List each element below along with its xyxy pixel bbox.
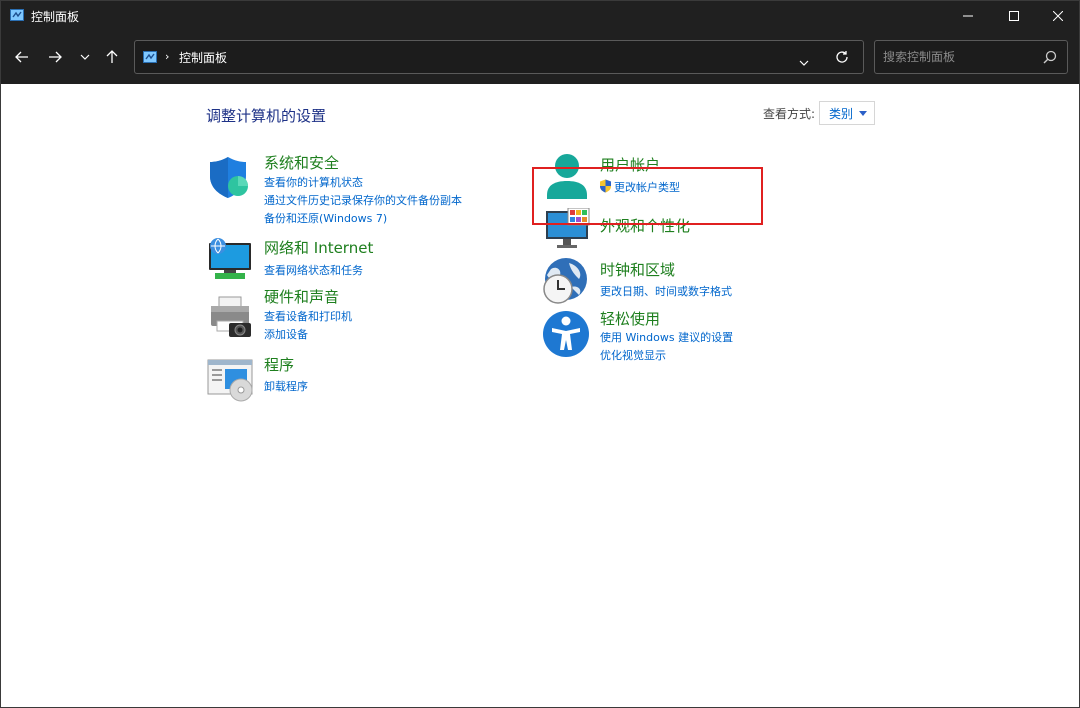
category-title-hardware-sound[interactable]: 硬件和声音 [264, 286, 339, 307]
link-optimize-visual-display[interactable]: 优化视觉显示 [600, 347, 666, 363]
maximize-button[interactable] [991, 1, 1037, 31]
search-input[interactable] [883, 48, 1033, 66]
minimize-icon [963, 15, 973, 17]
printer-icon[interactable] [207, 295, 253, 339]
title-bar: 控制面板 [1, 1, 1079, 31]
category-title-ease-of-access[interactable]: 轻松使用 [600, 308, 660, 329]
view-by-value: 类别 [829, 106, 854, 121]
view-by-label: 查看方式: [763, 107, 816, 121]
shield-icon[interactable] [207, 154, 253, 200]
link-change-date-time-format[interactable]: 更改日期、时间或数字格式 [600, 283, 732, 299]
navigation-bar: › 控制面板 [1, 31, 1079, 84]
address-bar[interactable]: › 控制面板 [134, 40, 864, 74]
window-title: 控制面板 [31, 10, 80, 24]
link-view-computer-status[interactable]: 查看你的计算机状态 [264, 174, 363, 190]
category-title-clock-region[interactable]: 时钟和区域 [600, 259, 675, 280]
close-button[interactable] [1035, 1, 1079, 31]
refresh-icon [836, 51, 848, 63]
link-windows-recommended-settings[interactable]: 使用 Windows 建议的设置 [600, 329, 733, 345]
globe-network-icon[interactable] [207, 237, 253, 283]
accessibility-icon[interactable] [542, 310, 590, 358]
control-panel-icon [143, 51, 157, 63]
recent-locations-button[interactable] [74, 46, 96, 68]
minimize-button[interactable] [945, 1, 991, 31]
category-title-system-security[interactable]: 系统和安全 [264, 152, 339, 173]
caret-down-icon [859, 111, 867, 116]
breadcrumb-control-panel[interactable]: 控制面板 [179, 49, 227, 66]
highlight-box [532, 167, 763, 225]
link-file-history-backup[interactable]: 通过文件历史记录保存你的文件备份副本 [264, 192, 462, 208]
search-box[interactable] [874, 40, 1068, 74]
link-uninstall-program[interactable]: 卸载程序 [264, 378, 308, 394]
search-icon[interactable] [1043, 50, 1057, 64]
address-history-dropdown[interactable] [799, 51, 809, 70]
close-icon [1053, 11, 1063, 21]
chevron-down-icon [799, 60, 809, 66]
category-title-network[interactable]: 网络和 Internet [264, 237, 373, 258]
programs-icon[interactable] [207, 358, 253, 402]
refresh-button[interactable] [835, 49, 849, 68]
link-network-status[interactable]: 查看网络状态和任务 [264, 262, 363, 278]
link-backup-restore[interactable]: 备份和还原(Windows 7) [264, 210, 387, 226]
control-panel-icon [10, 9, 24, 21]
chevron-down-icon [80, 54, 90, 60]
back-arrow-icon [15, 51, 28, 63]
page-heading: 调整计算机的设置 [206, 107, 327, 125]
forward-button[interactable] [44, 46, 66, 68]
clock-globe-icon[interactable] [541, 257, 589, 305]
maximize-icon [1009, 11, 1019, 21]
link-devices-printers[interactable]: 查看设备和打印机 [264, 308, 352, 324]
breadcrumb-separator: › [165, 50, 170, 63]
link-add-device[interactable]: 添加设备 [264, 326, 308, 342]
category-title-programs[interactable]: 程序 [264, 354, 294, 375]
back-button[interactable] [11, 46, 33, 68]
forward-arrow-icon [49, 51, 62, 63]
control-panel-window: 控制面板 › 控制面板 搜索控制面板 调整计算机的设置 查看方式: 类别 系统和… [0, 0, 1080, 708]
up-arrow-icon [106, 50, 118, 63]
up-button[interactable] [101, 46, 123, 68]
view-by-dropdown[interactable]: 类别 [819, 101, 875, 125]
